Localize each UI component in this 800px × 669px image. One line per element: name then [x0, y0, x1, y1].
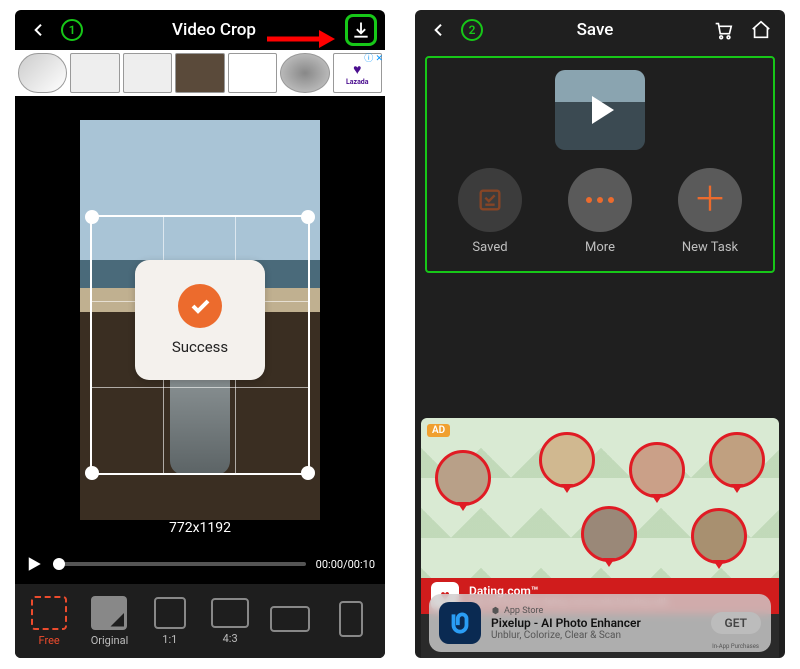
app-text: App Store Pixelup - AI Photo Enhancer Un… [491, 606, 641, 641]
action-label: New Task [682, 240, 738, 255]
ad-thumb [70, 53, 119, 93]
header: 1 Video Crop [15, 10, 385, 50]
avatar [709, 432, 765, 488]
playback-bar: 00:00/00:10 [15, 544, 385, 584]
action-label: More [585, 240, 615, 255]
ad-thumb [228, 53, 277, 93]
back-button[interactable] [23, 14, 55, 46]
ratio-label: Original [91, 634, 129, 647]
plus-icon: ＋ [678, 168, 742, 232]
save-actions-panel: Saved More ＋ New Task [425, 56, 775, 273]
ratio-label: Free [39, 634, 60, 647]
screen-video-crop: 1 Video Crop ♥ Lazada ⓘ ✕ [15, 10, 385, 658]
ad-thumb [280, 53, 329, 93]
avatar [539, 432, 595, 488]
screen-title: Save [577, 20, 614, 40]
avatar [581, 506, 637, 562]
home-button[interactable] [745, 14, 777, 46]
action-row: Saved More ＋ New Task [435, 168, 765, 255]
crop-handle-br[interactable] [301, 466, 315, 480]
screen-save: 2 Save [415, 10, 785, 658]
action-saved[interactable]: Saved [458, 168, 522, 255]
app-icon [439, 602, 481, 644]
step-badge-1: 1 [61, 19, 83, 41]
avatar [629, 442, 685, 498]
seek-thumb[interactable] [53, 558, 65, 570]
ratio-icon [91, 596, 127, 630]
action-new-task[interactable]: ＋ New Task [678, 168, 742, 255]
ratio-4-3[interactable]: 4:3 [202, 598, 258, 645]
ad-thumb [175, 53, 224, 93]
seek-slider[interactable] [53, 562, 306, 566]
action-label: Saved [472, 240, 507, 255]
ratio-icon [31, 596, 67, 630]
ratio-option[interactable] [262, 606, 318, 636]
crop-handle-tl[interactable] [85, 210, 99, 224]
ratio-option[interactable] [323, 601, 379, 641]
iap-label: In-App Purchases [712, 643, 759, 650]
ad-map-bg [421, 418, 779, 578]
success-label: Success [172, 338, 228, 356]
ad-info-icon[interactable]: ⓘ ✕ [364, 51, 383, 64]
header-left: 2 [423, 14, 483, 46]
more-icon [568, 168, 632, 232]
ad-banner-strip[interactable]: ♥ Lazada ⓘ ✕ [15, 50, 385, 96]
avatar [435, 450, 491, 506]
download-button[interactable] [345, 14, 377, 46]
header-left: 1 [23, 14, 83, 46]
screen-title: Video Crop [172, 20, 256, 40]
crop-dimensions-label: 772x1192 [15, 520, 385, 536]
ratio-label: 4:3 [223, 632, 238, 645]
crop-handle-tr[interactable] [301, 210, 315, 224]
cart-button[interactable] [707, 14, 739, 46]
ratio-icon [211, 598, 249, 628]
ratio-label: 1:1 [162, 633, 177, 646]
ratio-icon [339, 601, 363, 637]
video-preview-thumb[interactable] [555, 70, 645, 150]
ad-badge: AD [427, 424, 450, 437]
saved-icon [458, 168, 522, 232]
get-button[interactable]: GET [711, 612, 761, 634]
ratio-free[interactable]: Free [21, 596, 77, 647]
ratio-icon [270, 606, 310, 632]
ratio-icon [154, 597, 186, 629]
play-icon [592, 96, 614, 124]
step-badge-2: 2 [461, 19, 483, 41]
ad-thumb [18, 53, 67, 93]
ad-panel[interactable]: AD ♥ Dating.com™ Tap into an online dati… [421, 418, 779, 658]
success-check-icon [178, 284, 222, 328]
back-button[interactable] [423, 14, 455, 46]
header-right [707, 14, 777, 46]
header: 2 Save [415, 10, 785, 50]
crop-handle-bl[interactable] [85, 466, 99, 480]
ratio-original[interactable]: Original [81, 596, 137, 647]
aspect-ratio-row: Free Original 1:1 4:3 [15, 584, 385, 658]
video-preview-area: Success 772x1192 [15, 96, 385, 544]
time-label: 00:00/00:10 [316, 558, 375, 571]
action-more[interactable]: More [568, 168, 632, 255]
avatar [691, 508, 747, 564]
ad-thumb [123, 53, 172, 93]
appstore-card[interactable]: App Store Pixelup - AI Photo Enhancer Un… [429, 594, 771, 652]
success-toast: Success [135, 260, 265, 380]
play-button[interactable] [25, 555, 43, 573]
ratio-1-1[interactable]: 1:1 [142, 597, 198, 646]
